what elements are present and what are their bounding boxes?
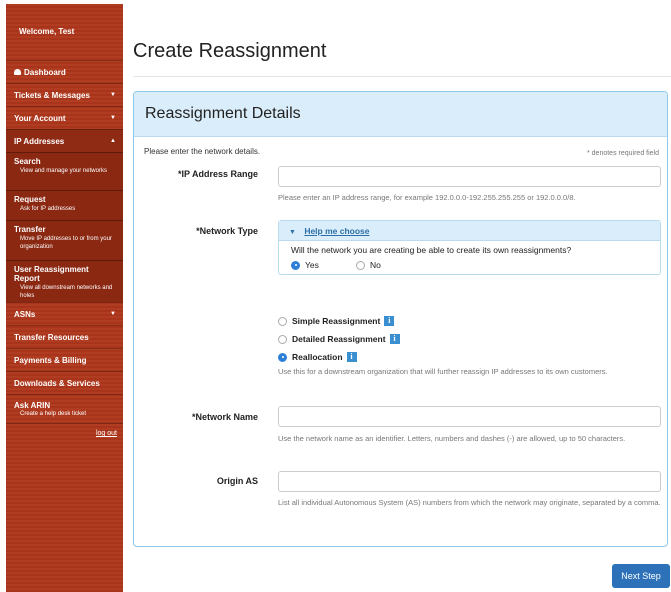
next-step-button[interactable]: Next Step bbox=[612, 564, 670, 588]
yes-option[interactable]: Yes bbox=[291, 260, 319, 270]
origin-as-label: Origin AS bbox=[216, 476, 258, 486]
detailed-label: Detailed Reassignment bbox=[292, 334, 386, 344]
sidebar-item-label: ASNs bbox=[14, 309, 36, 319]
sidebar-item-label: Ask ARIN bbox=[14, 401, 51, 410]
subitem-label: Request bbox=[14, 195, 46, 204]
info-icon[interactable]: i bbox=[384, 316, 395, 326]
sidebar-item-downloads[interactable]: Downloads & Services bbox=[6, 371, 123, 394]
info-icon[interactable]: i bbox=[389, 334, 400, 344]
subitem-desc: View and manage your networks bbox=[20, 168, 107, 174]
logout-link[interactable]: log out bbox=[6, 423, 123, 437]
caret-down-icon: ▼ bbox=[110, 92, 116, 98]
subitem-label: Transfer bbox=[14, 225, 46, 234]
intro-text: Please enter the network details. bbox=[144, 147, 261, 156]
info-icon[interactable]: i bbox=[346, 352, 357, 362]
simple-radio[interactable] bbox=[278, 316, 287, 326]
subitem-label: Search bbox=[14, 157, 41, 166]
sidebar-item-label: Dashboard bbox=[24, 67, 66, 77]
origin-as-input[interactable] bbox=[278, 471, 661, 492]
reassignment-panel: Reassignment Details Please enter the ne… bbox=[133, 91, 668, 547]
sidebar-item-dashboard[interactable]: Dashboard bbox=[6, 60, 123, 83]
welcome-text: Welcome, Test bbox=[19, 27, 75, 36]
no-option[interactable]: No bbox=[356, 260, 381, 270]
sidebar-item-payments[interactable]: Payments & Billing bbox=[6, 348, 123, 371]
sidebar-subitem-transfer[interactable]: Transfer Move IP addresses to or from yo… bbox=[6, 220, 123, 260]
required-note: * denotes required field bbox=[587, 150, 659, 157]
no-label: No bbox=[370, 260, 381, 270]
sidebar-subitem-user-report[interactable]: User Reassignment Report View all downst… bbox=[6, 260, 123, 302]
reallocation-label: Reallocation bbox=[292, 352, 343, 362]
title-divider bbox=[133, 76, 671, 77]
help-me-choose-box: ▼ Help me choose Will the network you ar… bbox=[278, 220, 661, 275]
sidebar-item-ask-arin[interactable]: Ask ARIN Create a help desk ticket bbox=[6, 394, 123, 423]
sidebar-item-asns[interactable]: ASNs ▼ bbox=[6, 302, 123, 325]
ip-range-help: Please enter an IP address range, for ex… bbox=[278, 193, 576, 202]
reallocation-radio[interactable] bbox=[278, 352, 287, 362]
ip-range-input[interactable] bbox=[278, 166, 661, 187]
network-name-input[interactable] bbox=[278, 406, 661, 427]
sidebar-subitem-request[interactable]: Request Ask for IP addresses bbox=[6, 190, 123, 220]
logout-label: log out bbox=[95, 430, 117, 437]
detailed-radio[interactable] bbox=[278, 334, 287, 344]
caret-down-icon: ▼ bbox=[289, 229, 296, 236]
caret-down-icon: ▼ bbox=[110, 311, 116, 317]
help-question: Will the network you are creating be abl… bbox=[291, 245, 572, 255]
help-me-choose-toggle[interactable]: ▼ Help me choose bbox=[279, 221, 660, 241]
no-radio[interactable] bbox=[356, 260, 365, 270]
sidebar-item-tickets[interactable]: Tickets & Messages ▼ bbox=[6, 83, 123, 106]
sidebar-subitem-search[interactable]: Search View and manage your networks bbox=[6, 152, 123, 190]
subitem-label: User Reassignment Report bbox=[14, 265, 89, 283]
dashboard-icon bbox=[14, 69, 21, 75]
sidebar-item-label: IP Addresses bbox=[14, 136, 65, 146]
sidebar-item-label: Your Account bbox=[14, 113, 66, 123]
sidebar-item-transfer-resources[interactable]: Transfer Resources bbox=[6, 325, 123, 348]
caret-up-icon: ▲ bbox=[110, 138, 116, 144]
help-me-choose-link[interactable]: Help me choose bbox=[304, 226, 369, 236]
network-type-label: *Network Type bbox=[196, 226, 258, 236]
sidebar-item-label: Tickets & Messages bbox=[14, 90, 90, 100]
sidebar-item-label: Transfer Resources bbox=[14, 332, 89, 342]
yes-label: Yes bbox=[305, 260, 319, 270]
origin-as-help: List all individual Autonomous System (A… bbox=[278, 498, 661, 507]
yes-radio[interactable] bbox=[291, 260, 300, 270]
simple-reassignment-option[interactable]: Simple Reassignment i bbox=[278, 316, 395, 326]
reallocation-help: Use this for a downstream organization t… bbox=[278, 367, 608, 376]
caret-down-icon: ▼ bbox=[110, 115, 116, 121]
subitem-desc: View all downstream networks and holes bbox=[20, 285, 113, 299]
detailed-reassignment-option[interactable]: Detailed Reassignment i bbox=[278, 334, 400, 344]
page-title: Create Reassignment bbox=[133, 40, 327, 62]
sidebar-item-ip-addresses[interactable]: IP Addresses ▲ bbox=[6, 129, 123, 152]
panel-title: Reassignment Details bbox=[134, 92, 667, 137]
sidebar-item-account[interactable]: Your Account ▼ bbox=[6, 106, 123, 129]
simple-label: Simple Reassignment bbox=[292, 316, 381, 326]
ip-range-label: *IP Address Range bbox=[177, 169, 258, 179]
network-name-label: *Network Name bbox=[191, 412, 258, 422]
subitem-desc: Move IP addresses to or from your organi… bbox=[20, 236, 112, 250]
subitem-desc: Ask for IP addresses bbox=[20, 206, 76, 212]
sidebar-nav: Welcome, Test Dashboard Tickets & Messag… bbox=[6, 4, 123, 592]
sidebar-item-label: Downloads & Services bbox=[14, 378, 100, 388]
subitem-desc: Create a help desk ticket bbox=[20, 411, 87, 417]
sidebar-item-label: Payments & Billing bbox=[14, 355, 87, 365]
reallocation-option[interactable]: Reallocation i bbox=[278, 352, 357, 362]
network-name-help: Use the network name as an identifier. L… bbox=[278, 434, 626, 443]
